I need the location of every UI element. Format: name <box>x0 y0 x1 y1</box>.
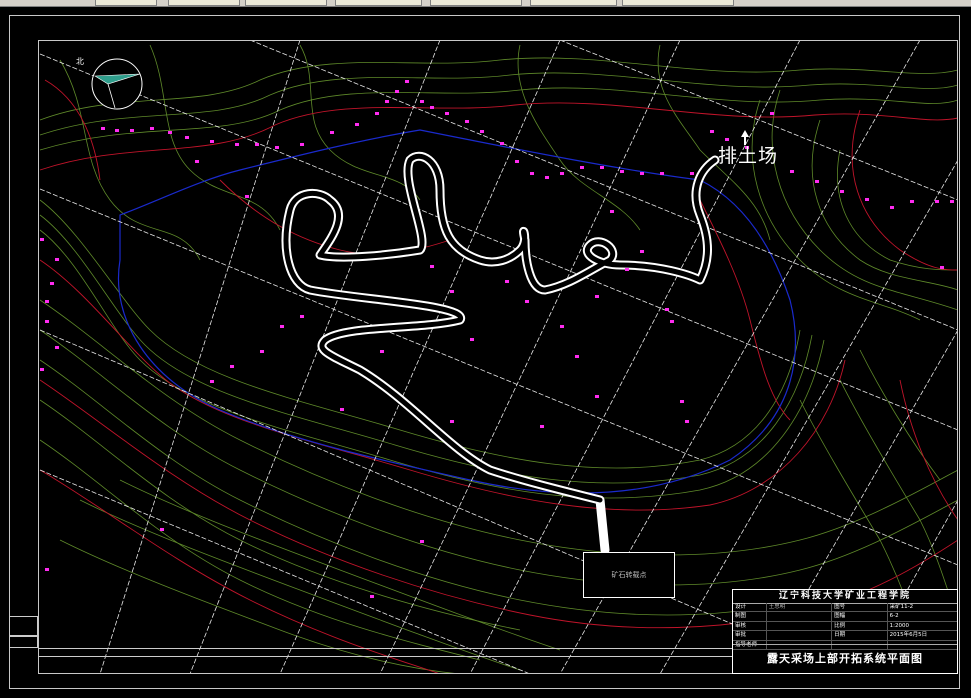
ore-transfer-point: 矿石转载点 <box>583 552 675 598</box>
tb-cell <box>767 631 833 640</box>
tb-cell: 6-2 <box>889 613 899 620</box>
dump-site-label: 排土场 <box>718 145 779 167</box>
tb-cell: 王思明 <box>767 603 833 612</box>
tb-cell: 制图 <box>733 612 767 621</box>
inner-frame <box>38 40 958 674</box>
left-title-strip <box>9 616 38 636</box>
tb-cell: 1:2000 <box>889 622 909 629</box>
tb-cell <box>767 621 833 631</box>
bottom-border-strip <box>38 648 732 674</box>
tb-cell: 2015年6月5日 <box>889 632 928 639</box>
tb-cell: 日期 <box>832 631 888 640</box>
drawing-title: 露天采场上部开拓系统平面图 <box>733 644 957 673</box>
left-title-strip-2 <box>9 636 38 648</box>
title-block-row: 审批 日期 2015年6月5日 <box>733 631 957 641</box>
ore-transfer-label: 矿石转载点 <box>611 571 647 579</box>
tb-cell: 图幅 <box>832 612 888 621</box>
tb-cell: 采矿11-2 <box>889 604 914 610</box>
tb-cell: 比例 <box>832 621 888 631</box>
school-name: 辽宁科技大学矿业工程学院 <box>733 590 957 604</box>
title-block-row: 制图 图幅 6-2 <box>733 612 957 622</box>
tb-cell: 审核 <box>733 621 767 631</box>
title-block-grid: 设计 王思明 图号 采矿11-2 制图 图幅 6-2 审核 比例 1:2000 … <box>733 603 957 650</box>
tb-cell: 图号 <box>832 603 888 612</box>
tb-cell: 设计 <box>733 603 767 612</box>
title-block-row: 审核 比例 1:2000 <box>733 621 957 632</box>
title-block-row: 设计 王思明 图号 采矿11-2 <box>733 603 957 613</box>
tb-cell: 审批 <box>733 631 767 640</box>
tb-cell <box>767 612 833 621</box>
bottom-border-line <box>38 656 732 657</box>
title-block: 辽宁科技大学矿业工程学院 设计 王思明 图号 采矿11-2 制图 图幅 6-2 … <box>732 589 958 674</box>
